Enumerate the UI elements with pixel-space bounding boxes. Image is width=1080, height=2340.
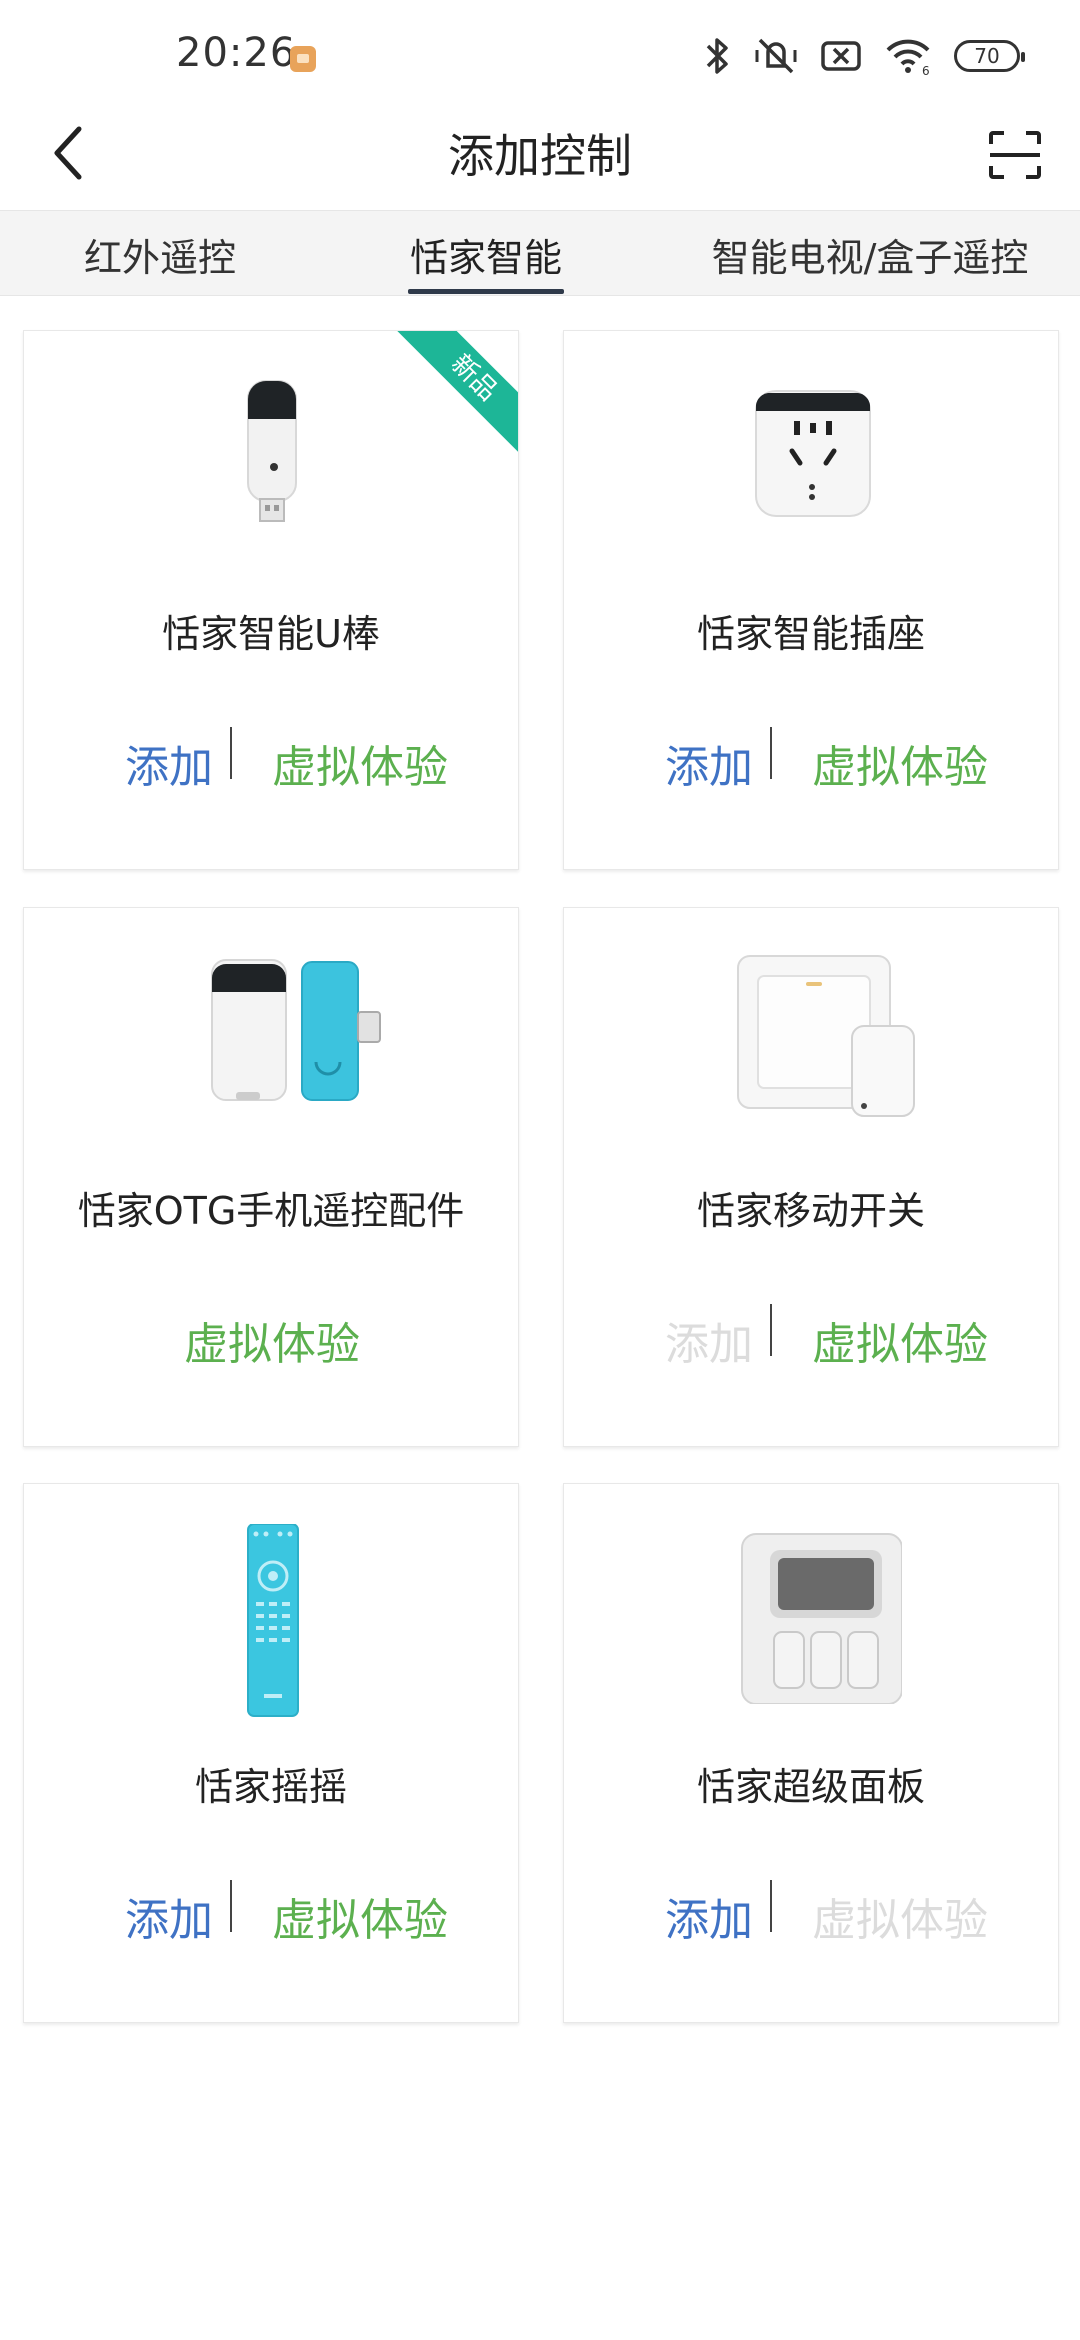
- header: 添加控制: [0, 100, 1080, 210]
- action-divider: [230, 727, 232, 779]
- scan-icon: [989, 131, 1041, 179]
- tab-bar: 红外遥控 恬家智能 智能电视/盒子遥控: [0, 210, 1080, 296]
- bluetooth-icon: [706, 38, 728, 74]
- device-name: 恬家智能插座: [696, 612, 925, 656]
- action-divider: [770, 727, 772, 779]
- card-actions: 添加 虚拟体验: [564, 1876, 1058, 1946]
- action-divider: [770, 1880, 772, 1932]
- otg-adapter-icon: [211, 959, 381, 1101]
- card-actions: 添加 虚拟体验: [564, 723, 1058, 793]
- device-card-u-stick[interactable]: 新品 恬家智能U棒 添加 虚拟体验: [23, 330, 519, 870]
- scan-button[interactable]: [980, 120, 1050, 190]
- status-icons: 6 70: [702, 36, 1025, 76]
- device-name: 恬家移动开关: [696, 1189, 925, 1233]
- wifi-icon: 6: [886, 39, 930, 76]
- add-button[interactable]: 添加: [104, 1884, 234, 1948]
- status-time: 20:26: [176, 30, 297, 76]
- super-panel-icon: [741, 1533, 902, 1704]
- card-actions: 添加 虚拟体验: [24, 1876, 518, 1946]
- status-bar: 20:26 6 70: [0, 0, 1080, 100]
- page-title: 添加控制: [448, 129, 632, 183]
- add-button[interactable]: 添加: [644, 1308, 774, 1372]
- virtual-experience-button[interactable]: 虚拟体验: [260, 731, 460, 795]
- virtual-experience-button[interactable]: 虚拟体验: [172, 1308, 372, 1372]
- device-card-shake-remote[interactable]: 恬家摇摇 添加 虚拟体验: [23, 1483, 519, 2023]
- device-card-mobile-switch[interactable]: 恬家移动开关 添加 虚拟体验: [563, 907, 1059, 1447]
- usb-stick-icon: [247, 380, 297, 522]
- tab-smart-tv-box-remote[interactable]: 智能电视/盒子遥控: [690, 211, 1050, 297]
- device-name: 恬家OTG手机遥控配件: [77, 1189, 465, 1233]
- device-card-smart-plug[interactable]: 恬家智能插座 添加 虚拟体验: [563, 330, 1059, 870]
- action-divider: [770, 1304, 772, 1356]
- virtual-experience-button[interactable]: 虚拟体验: [800, 731, 1000, 795]
- card-actions: 添加 虚拟体验: [24, 723, 518, 793]
- wall-switch-icon: [737, 955, 915, 1117]
- virtual-experience-button[interactable]: 虚拟体验: [800, 1884, 1000, 1948]
- virtual-experience-button[interactable]: 虚拟体验: [800, 1308, 1000, 1372]
- active-tab-indicator: [408, 289, 564, 294]
- mute-vibrate-icon: [755, 38, 797, 74]
- tab-infrared-remote[interactable]: 红外遥控: [60, 211, 260, 297]
- svg-text:6: 6: [922, 64, 930, 76]
- no-sim-icon: [821, 41, 861, 71]
- add-button[interactable]: 添加: [644, 731, 774, 795]
- card-actions: 虚拟体验: [24, 1300, 518, 1370]
- card-actions: 添加 虚拟体验: [564, 1300, 1058, 1370]
- action-divider: [230, 1880, 232, 1932]
- virtual-experience-button[interactable]: 虚拟体验: [260, 1884, 460, 1948]
- remote-control-icon: [247, 1524, 299, 1717]
- tab-tianjia-smart[interactable]: 恬家智能: [400, 211, 572, 297]
- device-name: 恬家智能U棒: [162, 612, 380, 656]
- device-card-otg-accessory[interactable]: 恬家OTG手机遥控配件 虚拟体验: [23, 907, 519, 1447]
- battery-icon: 70: [954, 40, 1025, 72]
- notification-icon: [290, 46, 316, 72]
- add-button[interactable]: 添加: [104, 731, 234, 795]
- device-card-super-panel[interactable]: 恬家超级面板 添加 虚拟体验: [563, 1483, 1059, 2023]
- add-button[interactable]: 添加: [644, 1884, 774, 1948]
- device-name: 恬家摇摇: [194, 1765, 347, 1809]
- smart-plug-icon: [755, 390, 871, 517]
- device-name: 恬家超级面板: [696, 1765, 925, 1809]
